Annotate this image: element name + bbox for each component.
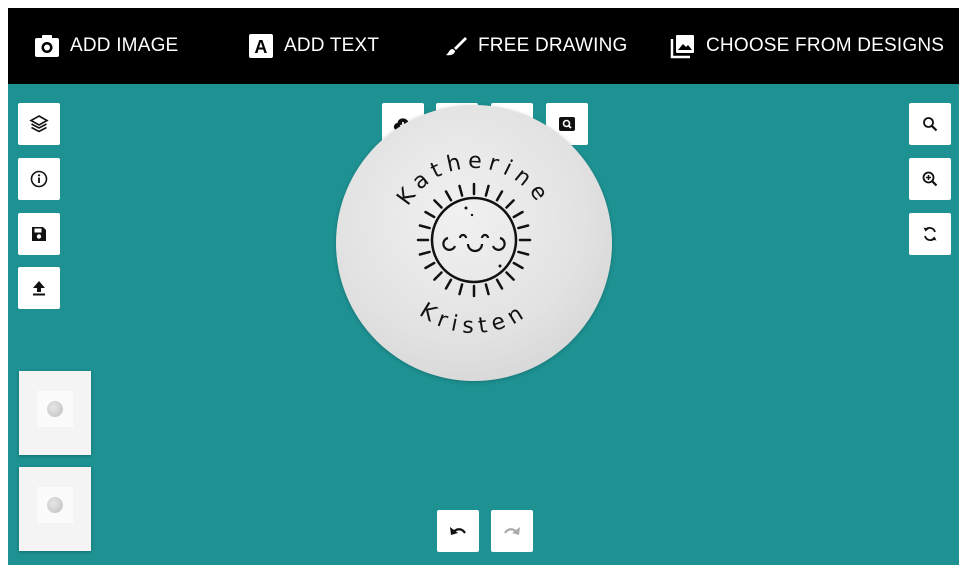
sun-ray — [505, 199, 515, 209]
sun-ray — [458, 184, 464, 197]
bottom-arc-text: Kristen — [415, 298, 533, 339]
add-text-button[interactable]: A ADD TEXT — [248, 8, 379, 84]
add-text-label: ADD TEXT — [284, 35, 380, 56]
sun-ray — [433, 199, 443, 209]
thumbnail-frame — [37, 487, 73, 523]
search-icon — [923, 117, 938, 132]
sun-ray — [424, 261, 436, 270]
sun-ray — [495, 278, 504, 290]
sun-ray — [418, 250, 431, 256]
bottom-arc-text-path: Kristen — [415, 298, 527, 339]
save-icon — [32, 227, 46, 241]
undo-button[interactable] — [437, 510, 479, 552]
top-arc-text: Katherine — [392, 149, 555, 211]
add-image-button[interactable]: ADD IMAGE — [34, 8, 178, 84]
gallery-icon — [670, 33, 696, 59]
add-image-label: ADD IMAGE — [70, 35, 179, 56]
text-icon: A — [248, 33, 274, 59]
text-icon-letter: A — [254, 37, 267, 57]
sun-ray — [495, 190, 504, 202]
free-drawing-button[interactable]: FREE DRAWING — [444, 8, 627, 84]
thumbnail-disc-preview — [47, 497, 63, 513]
thumbnail-disc-preview — [47, 401, 63, 417]
sun-ray — [484, 184, 490, 197]
side-thumbnail-2[interactable] — [19, 467, 91, 551]
layers-icon — [29, 115, 49, 133]
save-button[interactable] — [18, 213, 60, 255]
top-toolbar: ADD IMAGE A ADD TEXT FREE DRAWING CHOOSE… — [8, 8, 959, 84]
zoom-in-icon — [922, 171, 938, 187]
choose-from-designs-label: CHOOSE FROM DESIGNS — [706, 35, 945, 56]
search-button[interactable] — [909, 103, 951, 145]
redo-button[interactable] — [491, 510, 533, 552]
sun-ray — [517, 224, 530, 230]
sun-ray — [517, 250, 530, 256]
sun-ray — [512, 261, 524, 270]
sun-ray — [444, 278, 453, 290]
side-thumbnail-1[interactable] — [19, 371, 91, 455]
sun-ray — [484, 283, 490, 296]
refresh-icon — [923, 227, 937, 241]
redo-icon — [504, 527, 520, 535]
sun-illustration — [416, 182, 532, 298]
choose-from-designs-button[interactable]: CHOOSE FROM DESIGNS — [670, 8, 944, 84]
sun-ray — [458, 283, 464, 296]
disc-artwork: Katherine Kristen — [392, 149, 555, 340]
upload-icon — [33, 281, 45, 296]
thumbnail-frame — [37, 391, 73, 427]
sun-ray — [433, 271, 443, 281]
layers-button[interactable] — [18, 103, 60, 145]
sun-ray — [444, 190, 453, 202]
design-disc[interactable]: Katherine Kristen — [336, 105, 612, 381]
camera-icon — [34, 34, 60, 58]
top-arc-text-path: Katherine — [392, 149, 549, 211]
sun-ray — [505, 271, 515, 281]
sun-ray — [424, 210, 436, 219]
upload-button[interactable] — [18, 267, 60, 309]
sun-ray — [418, 224, 431, 230]
free-drawing-label: FREE DRAWING — [478, 35, 628, 56]
undo-icon — [450, 527, 466, 535]
sun-ray — [512, 210, 524, 219]
zoom-in-button[interactable] — [909, 158, 951, 200]
info-button[interactable] — [18, 158, 60, 200]
info-icon — [30, 170, 48, 188]
brush-icon — [444, 34, 468, 58]
refresh-button[interactable] — [909, 213, 951, 255]
